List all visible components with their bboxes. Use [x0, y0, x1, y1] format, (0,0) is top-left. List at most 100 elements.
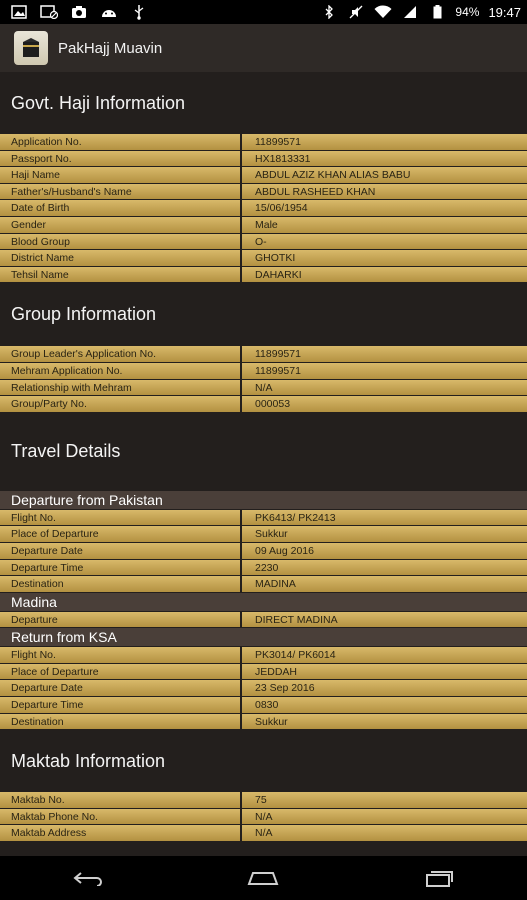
row-value: 09 Aug 2016: [240, 542, 527, 559]
table-row: Place of Departure JEDDAH: [0, 663, 527, 681]
row-value: HX1813331: [240, 150, 527, 167]
row-value: O-: [240, 233, 527, 250]
table-row: Flight No. PK6413/ PK2413: [0, 509, 527, 527]
android-icon: [100, 5, 118, 19]
haji-info-table: Application No. 11899571 Passport No. HX181…: [0, 134, 527, 284]
row-label: Relationship with Mehram: [11, 381, 132, 394]
nav-bar: [0, 856, 527, 900]
row-label: Departure: [11, 613, 58, 626]
row-label: Application No.: [11, 136, 82, 148]
row-value: Male: [240, 216, 527, 233]
section-title-group: Group Information: [11, 304, 157, 325]
table-row: Departure Time 2230: [0, 559, 527, 577]
row-label: Place of Departure: [11, 528, 99, 541]
madina-table: Departure DIRECT MADINA: [0, 611, 527, 629]
row-label: Departure Time: [11, 699, 84, 712]
status-bar: 94% 19:47: [0, 0, 527, 24]
content-scroll[interactable]: Govt. Haji Information Application No. 11…: [0, 72, 527, 856]
table-row: Place of Departure Sukkur: [0, 526, 527, 543]
home-icon[interactable]: [233, 863, 293, 893]
section-title-haji: Govt. Haji Information: [11, 92, 186, 113]
battery-icon: [428, 5, 446, 19]
table-row: Mehram Application No. 11899571: [0, 362, 527, 380]
table-row: Date of Birth 15/06/1954: [0, 200, 527, 217]
departure-table: Flight No. PK6413/ PK2413 Place of Departu…: [0, 509, 527, 593]
action-bar: PakHajj Muavin: [0, 24, 527, 72]
return-table: Flight No. PK3014/ PK6014 Place of Departu…: [0, 647, 527, 731]
table-row: District Name GHOTKI: [0, 250, 527, 267]
row-value: 11899571: [240, 134, 527, 150]
table-row: Group/Party No. 000053: [0, 396, 527, 413]
row-label: Date of Birth: [11, 202, 70, 215]
row-value: 23 Sep 2016: [240, 680, 527, 697]
row-value: DIRECT MADINA: [240, 611, 527, 628]
row-label: Haji Name: [11, 169, 61, 182]
bluetooth-icon: [320, 5, 338, 19]
usb-icon: [130, 5, 148, 20]
row-value: PK3014/ PK6014: [240, 647, 527, 663]
row-value: 0830: [240, 697, 527, 713]
table-row: Gender Male: [0, 216, 527, 234]
table-row: Group Leader's Application No. 11899571: [0, 346, 527, 363]
row-value: 2230: [240, 559, 527, 576]
table-row: Departure Date 09 Aug 2016: [0, 542, 527, 560]
section-title-travel: Travel Details: [11, 441, 121, 462]
row-label: Flight No.: [11, 649, 56, 662]
row-label: District Name: [11, 252, 75, 265]
table-row: Maktab Address N/A: [0, 825, 527, 843]
row-label: Place of Departure: [11, 665, 99, 678]
row-value: DAHARKI: [240, 266, 527, 283]
table-row: Blood Group O-: [0, 233, 527, 251]
row-value: MADINA: [240, 576, 527, 592]
back-icon[interactable]: [58, 863, 118, 893]
row-label: Group/Party No.: [11, 398, 87, 411]
gallery-blocked-icon: [40, 5, 58, 19]
table-row: Maktab No. 75: [0, 792, 527, 809]
group-info-table: Group Leader's Application No. 11899571 Me…: [0, 346, 527, 413]
recent-apps-icon[interactable]: [409, 863, 469, 893]
camera-icon: [70, 5, 88, 19]
table-row: Destination MADINA: [0, 576, 527, 593]
clock: 19:47: [488, 4, 521, 20]
row-label: Destination: [11, 715, 64, 728]
subheader-return: Return from KSA: [0, 628, 527, 648]
subheader-madina: Madina: [0, 592, 527, 612]
signal-icon: [401, 5, 419, 19]
row-label: Departure Time: [11, 561, 84, 574]
row-label: Group Leader's Application No.: [11, 348, 157, 361]
row-value: N/A: [240, 808, 527, 825]
row-label: Departure Date: [11, 544, 83, 557]
row-label: Maktab Address: [11, 827, 87, 840]
row-label: Flight No.: [11, 511, 56, 524]
table-row: Tehsil Name DAHARKI: [0, 266, 527, 284]
row-label: Tehsil Name: [11, 268, 69, 281]
table-row: Haji Name ABDUL AZIZ KHAN ALIAS BABU: [0, 167, 527, 184]
table-row: Maktab Phone No. N/A: [0, 808, 527, 826]
table-row: Passport No. HX1813331: [0, 150, 527, 168]
app-title: PakHajj Muavin: [58, 39, 163, 57]
row-value: PK6413/ PK2413: [240, 509, 527, 526]
row-label: Maktab Phone No.: [11, 810, 98, 823]
table-row: Relationship with Mehram N/A: [0, 379, 527, 397]
mute-icon: [347, 5, 365, 19]
row-value: Sukkur: [240, 526, 527, 542]
row-label: Blood Group: [11, 235, 70, 248]
section-title-maktab: Maktab Information: [11, 750, 166, 771]
row-label: Passport No.: [11, 152, 72, 165]
table-row: Departure Time 0830: [0, 697, 527, 714]
table-row: Flight No. PK3014/ PK6014: [0, 647, 527, 664]
row-label: Destination: [11, 578, 64, 591]
table-row: Destination Sukkur: [0, 713, 527, 731]
maktab-table: Maktab No. 75 Maktab Phone No. N/A Maktab Ad…: [0, 792, 527, 843]
row-value: N/A: [240, 825, 527, 842]
kaaba-icon[interactable]: [14, 31, 48, 65]
row-value: 000053: [240, 396, 527, 412]
row-value: 15/06/1954: [240, 200, 527, 216]
row-value: 11899571: [240, 362, 527, 379]
table-row: Departure Date 23 Sep 2016: [0, 680, 527, 698]
table-row: Father's/Husband's Name ABDUL RASHEED KHA…: [0, 183, 527, 201]
table-row: Application No. 11899571: [0, 134, 527, 151]
image-icon: [10, 5, 28, 19]
row-value: ABDUL RASHEED KHAN: [240, 183, 527, 200]
row-value: ABDUL AZIZ KHAN ALIAS BABU: [240, 167, 527, 183]
